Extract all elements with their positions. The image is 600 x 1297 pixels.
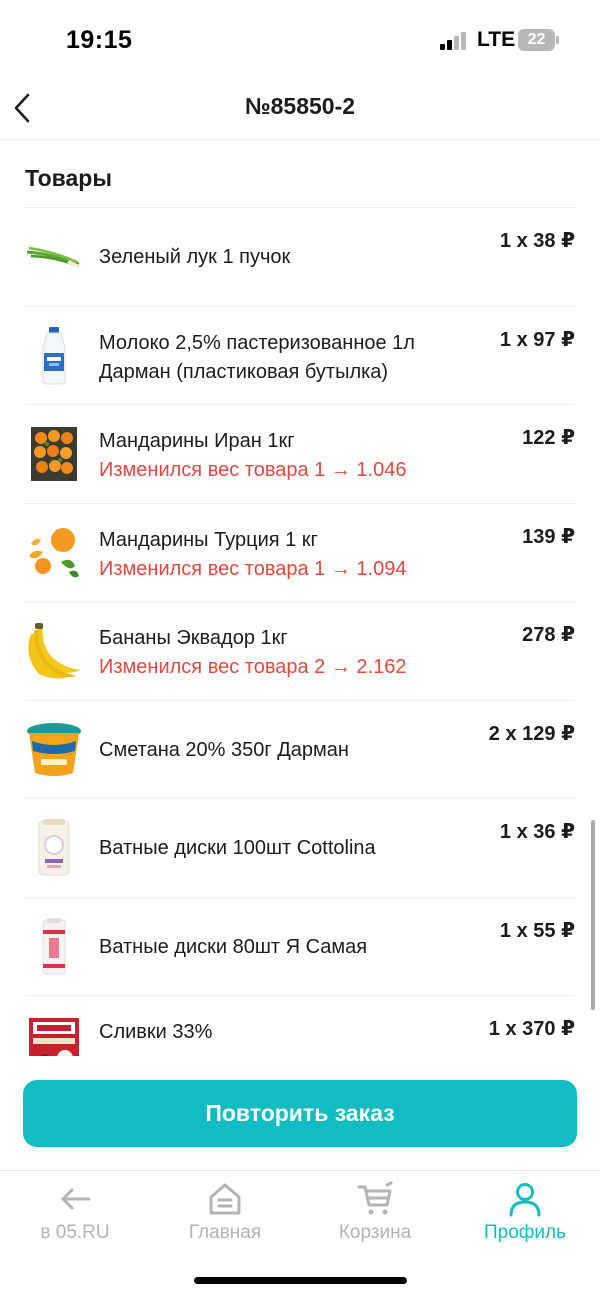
repeat-order-area: Повторить заказ <box>0 1056 600 1170</box>
home-icon <box>209 1183 241 1215</box>
battery-icon: 22 <box>518 29 559 51</box>
weight-change-note: Изменился вес товара 1 → 1.046 <box>99 459 407 481</box>
list-item[interactable]: Сливки 33% 1 x 370 ₽ <box>25 996 575 1056</box>
list-item[interactable]: Молоко 2,5% пастеризованное 1л Дарман (п… <box>25 307 575 405</box>
tab-label: Главная <box>188 1222 262 1243</box>
profile-icon <box>509 1183 541 1217</box>
list-item[interactable]: Сметана 20% 350г Дарман 2 x 129 ₽ <box>25 701 575 799</box>
sour-cream-cup-icon <box>27 722 81 776</box>
product-list: Зеленый лук 1 пучок 1 x 38 ₽ Молоко 2,5%… <box>0 208 600 1056</box>
item-name: Сливки 33% <box>99 1021 213 1043</box>
weight-change-note: Изменился вес товара 1 → 1.094 <box>99 557 407 580</box>
mandarin-icon <box>29 527 79 577</box>
item-price: 1 x 38 ₽ <box>499 230 575 252</box>
tab-home[interactable]: Главная <box>150 1171 300 1261</box>
tab-back-to-05ru[interactable]: в 05.RU <box>0 1171 150 1261</box>
network-type: LTE <box>477 28 516 51</box>
section-title: Товары <box>25 165 112 191</box>
order-content[interactable]: Товары Зеленый лук 1 пучок 1 x 38 ₽ Моло… <box>0 141 600 1056</box>
tab-profile[interactable]: Профиль <box>450 1171 600 1261</box>
list-item[interactable]: Ватные диски 100шт Cottolina 1 x 36 ₽ <box>25 799 575 898</box>
status-time: 19:15 <box>66 26 133 54</box>
item-price: 1 x 36 ₽ <box>499 821 575 843</box>
item-price: 2 x 129 ₽ <box>488 722 575 745</box>
item-price: 1 x 97 ₽ <box>499 328 575 351</box>
signal-strength-icon <box>440 32 468 50</box>
list-item[interactable]: Мандарины Турция 1 кг Изменился вес това… <box>25 504 575 602</box>
list-item[interactable]: Ватные диски 80шт Я Самая 1 x 55 ₽ <box>25 898 575 996</box>
header: №85850-2 <box>0 80 600 140</box>
item-price: 278 ₽ <box>522 624 575 646</box>
item-price: 139 ₽ <box>522 525 575 548</box>
page-title: №85850-2 <box>244 93 356 119</box>
item-name: Бананы Эквадор 1кг <box>99 627 288 649</box>
battery-level: 22 <box>518 29 555 51</box>
tab-cart[interactable]: Корзина <box>300 1171 450 1261</box>
home-indicator <box>194 1277 407 1284</box>
banana-icon <box>28 623 81 679</box>
item-price: 1 x 55 ₽ <box>499 919 575 942</box>
scrollbar[interactable] <box>591 820 595 1010</box>
tab-label: Корзина <box>338 1222 412 1243</box>
item-name: Молоко 2,5% пастеризованное 1л Дарман (п… <box>99 331 415 383</box>
item-name: Зеленый лук 1 пучок <box>99 246 291 268</box>
cream-carton-icon <box>29 1018 79 1056</box>
item-price: 1 x 370 ₽ <box>488 1018 575 1040</box>
item-name: Сметана 20% 350г Дарман <box>99 738 349 761</box>
status-bar: 19:15 LTE 22 <box>0 0 600 80</box>
list-item[interactable]: Мандарины Иран 1кг Изменился вес товара … <box>25 405 575 504</box>
tab-label: в 05.RU <box>40 1222 110 1243</box>
tab-label: Профиль <box>483 1222 567 1243</box>
item-name: Мандарины Иран 1кг <box>99 430 295 452</box>
cotton-pads-pack-icon <box>42 917 66 974</box>
list-item[interactable]: Бананы Эквадор 1кг Изменился вес товара … <box>25 602 575 701</box>
list-item[interactable]: Зеленый лук 1 пучок 1 x 38 ₽ <box>25 208 575 307</box>
mandarin-box-icon <box>31 427 77 481</box>
arrow-left-icon <box>61 1188 91 1210</box>
item-price: 122 ₽ <box>522 427 575 449</box>
cotton-pads-pack-icon <box>38 819 70 876</box>
milk-bottle-icon <box>42 326 66 384</box>
cart-icon <box>357 1181 393 1215</box>
weight-change-note: Изменился вес товара 2 → 2.162 <box>99 656 407 678</box>
item-name: Ватные диски 80шт Я Самая <box>99 935 368 958</box>
repeat-order-button[interactable]: Повторить заказ <box>23 1080 577 1147</box>
item-name: Мандарины Турция 1 кг <box>99 528 318 551</box>
green-onion-icon <box>26 246 81 268</box>
item-name: Ватные диски 100шт Cottolina <box>99 837 376 859</box>
